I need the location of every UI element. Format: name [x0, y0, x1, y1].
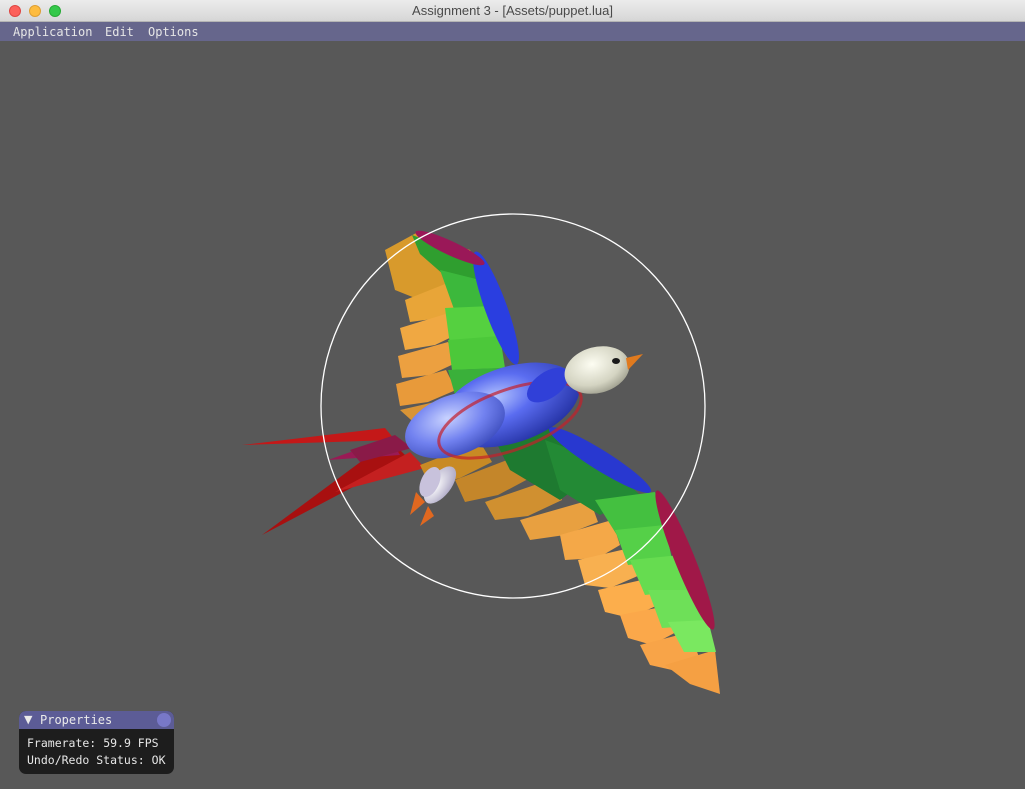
properties-body: Framerate: 59.9 FPS Undo/Redo Status: OK [19, 729, 174, 774]
menu-edit[interactable]: Edit [105, 25, 134, 39]
properties-panel: ▼ Properties Framerate: 59.9 FPS Undo/Re… [19, 711, 174, 774]
menu-options[interactable]: Options [148, 25, 199, 39]
title-bar: Assignment 3 - [Assets/puppet.lua] [0, 0, 1025, 22]
puppet-scene [242, 213, 720, 694]
undo-status-label: Undo/Redo Status: [27, 753, 145, 767]
framerate-readout: Framerate: 59.9 FPS [27, 735, 166, 752]
window-title: Assignment 3 - [Assets/puppet.lua] [412, 3, 613, 18]
triangle-down-icon[interactable]: ▼ [24, 713, 32, 726]
undo-status-readout: Undo/Redo Status: OK [27, 752, 166, 769]
framerate-value: 59.9 FPS [103, 736, 159, 750]
framerate-label: Framerate: [27, 736, 97, 750]
lower-wing [420, 425, 720, 694]
menu-application[interactable]: Application [13, 25, 92, 39]
properties-header[interactable]: ▼ Properties [19, 711, 174, 729]
properties-title: Properties [40, 713, 113, 727]
undo-status-value: OK [151, 753, 166, 767]
menu-bar: Application Edit Options [0, 22, 1025, 41]
tail-feathers [242, 428, 425, 535]
bird-legs [410, 466, 457, 526]
3d-viewport[interactable] [0, 41, 1025, 789]
collapse-button[interactable] [157, 713, 171, 727]
